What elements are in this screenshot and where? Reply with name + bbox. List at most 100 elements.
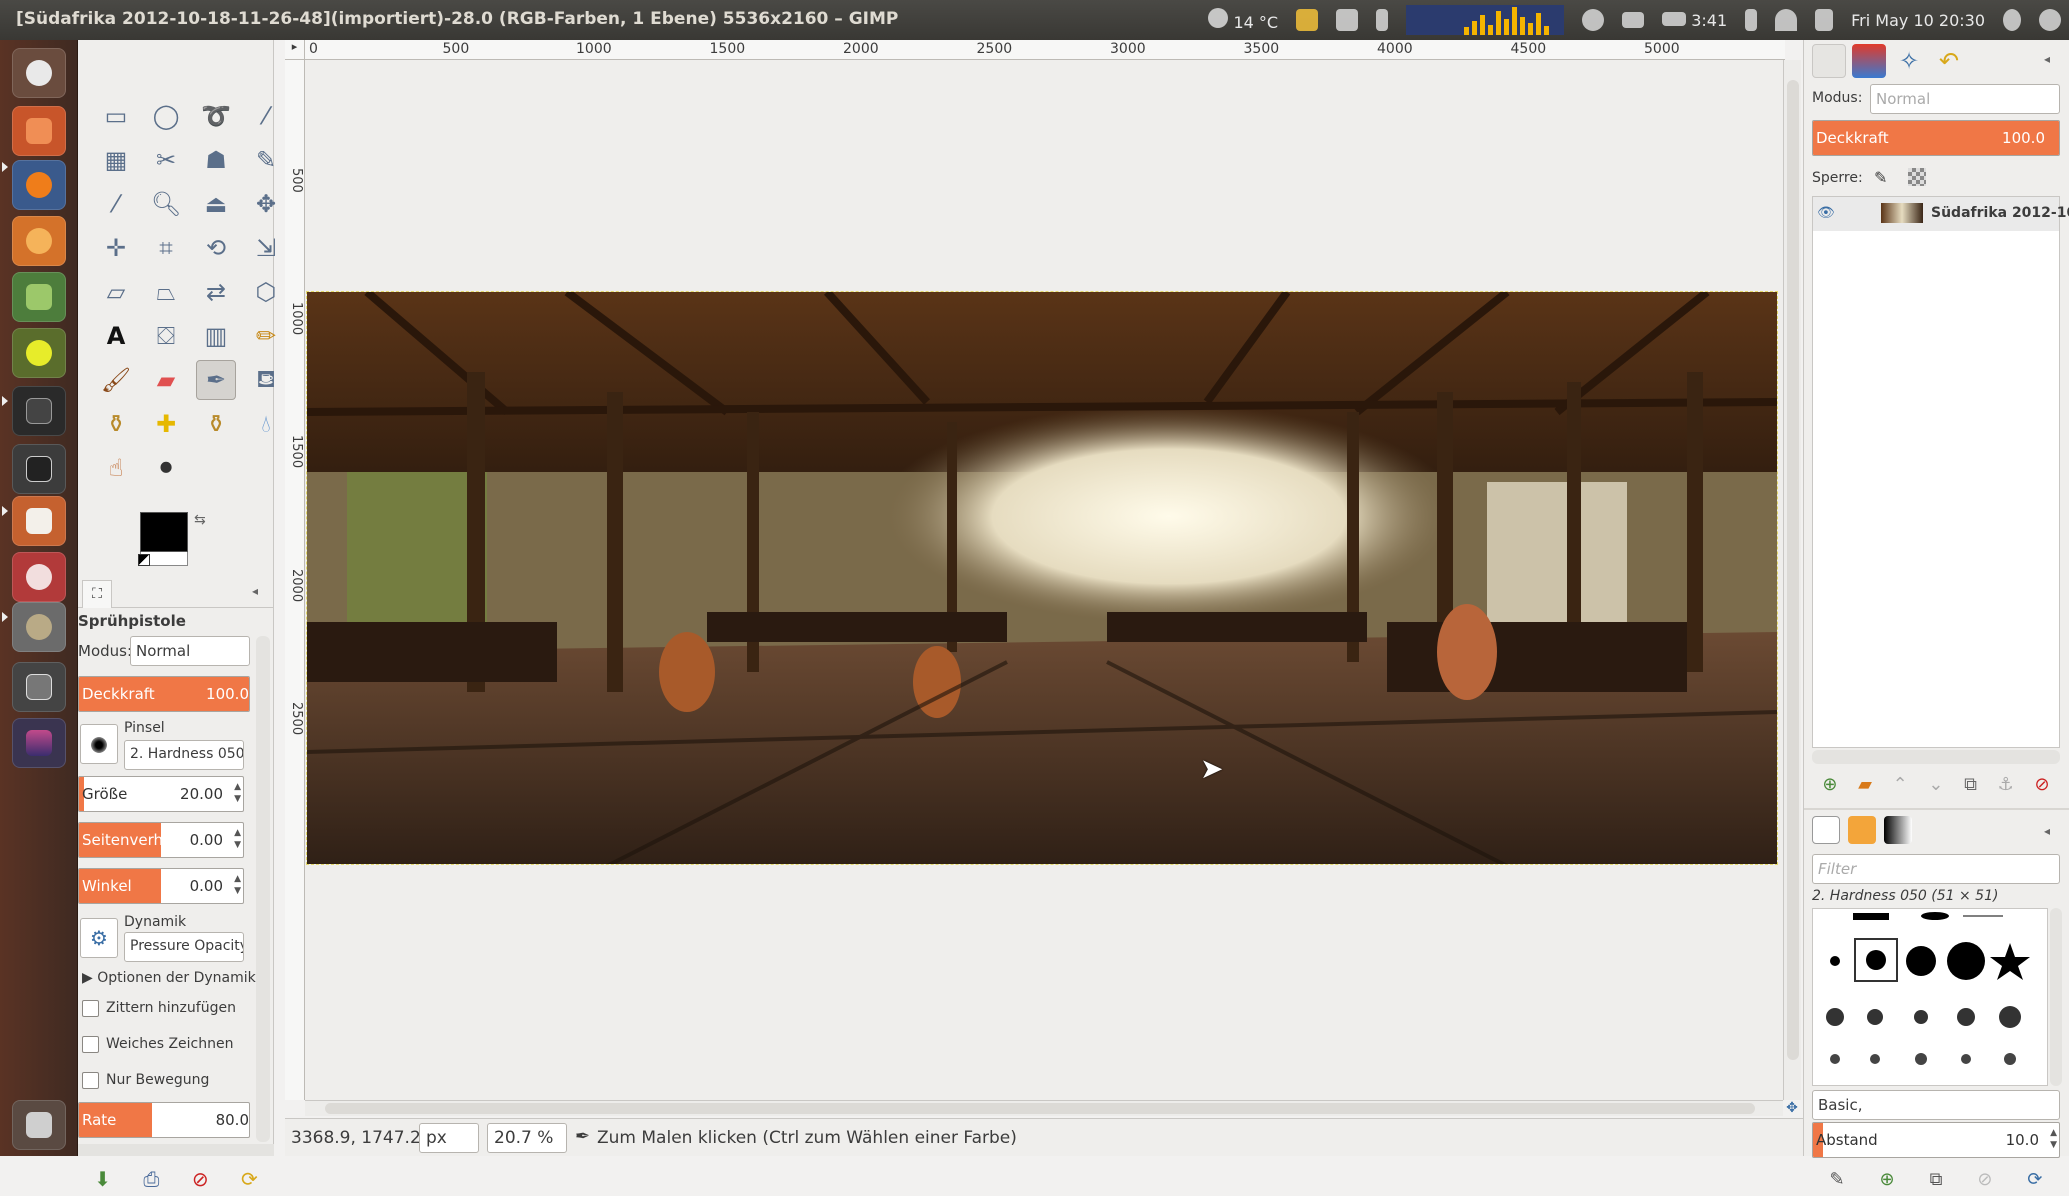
network-icon[interactable]	[1582, 9, 1605, 31]
duplicate-brush-icon[interactable]: ⧉	[1930, 1169, 1943, 1190]
tab-menu-icon[interactable]: ◂	[252, 584, 258, 598]
lower-layer-icon[interactable]: ⌄	[1928, 774, 1943, 795]
perspective-icon[interactable]: ⏢	[146, 272, 186, 312]
document-icon[interactable]	[12, 496, 66, 546]
trash-icon[interactable]	[12, 1100, 66, 1150]
tennis-ball-icon[interactable]	[12, 328, 66, 378]
lock-alpha-icon[interactable]	[1908, 168, 1926, 186]
lock-pixels-icon[interactable]: ✎	[1874, 168, 1887, 187]
scissors-icon[interactable]: ✂	[146, 140, 186, 180]
dash-home-icon[interactable]	[12, 48, 66, 98]
restore-options-icon[interactable]: ⎙	[143, 1167, 159, 1191]
delete-layer-icon[interactable]: ⊘	[2034, 774, 2049, 795]
save-options-icon[interactable]: ⬇	[94, 1167, 111, 1191]
dodge-burn-icon[interactable]: ⚫	[146, 448, 186, 488]
ink-icon[interactable]: ⛾	[246, 360, 286, 400]
anchor-layer-icon[interactable]: ⚓	[1998, 774, 2014, 795]
layers-hscroll[interactable]	[1812, 750, 2060, 764]
swap-colors-icon[interactable]: ⇆	[194, 512, 206, 528]
unit-combo[interactable]: px	[419, 1123, 479, 1153]
layer-mode-combo[interactable]: Normal	[1870, 84, 2060, 114]
eye-icon[interactable]: 👁︎	[1817, 205, 1835, 221]
brush-spacing-spinner[interactable]: ▲ ▼	[2050, 1127, 2057, 1151]
gimp-icon[interactable]	[12, 602, 66, 652]
flip-icon[interactable]: ⇄	[196, 272, 236, 312]
mode-combo[interactable]: Normal	[130, 636, 250, 666]
angle-slider[interactable]: Winkel 0.00 ▲ ▼	[78, 868, 244, 904]
brush-grid[interactable]	[1812, 908, 2048, 1086]
undo-history-tab-icon[interactable]: ↶	[1932, 44, 1966, 78]
jitter-checkbox[interactable]	[82, 1000, 99, 1017]
clapper-icon[interactable]	[12, 444, 66, 494]
brush-spacing-slider[interactable]: Abstand 10.0 ▲ ▼	[1812, 1122, 2060, 1158]
opacity-slider[interactable]: Deckkraft 100.0	[78, 676, 250, 712]
foreground-select-icon[interactable]: ☗	[196, 140, 236, 180]
new-layer-group-icon[interactable]: ▰	[1858, 774, 1872, 795]
system-monitor-icon[interactable]	[1406, 5, 1565, 35]
gradients-tab-icon[interactable]	[1884, 816, 1912, 844]
brush-filter-input[interactable]: Filter	[1812, 854, 2060, 884]
foreground-color-swatch[interactable]	[140, 512, 188, 552]
paths-tab-icon[interactable]: ✧	[1892, 44, 1926, 78]
align-icon[interactable]: ✛	[96, 228, 136, 268]
pencil-icon[interactable]: ✏	[246, 316, 286, 356]
layer-opacity-slider[interactable]: Deckkraft 100.0	[1812, 120, 2060, 156]
software-center-icon[interactable]	[12, 216, 66, 266]
smudge-icon[interactable]: ☝	[96, 448, 136, 488]
volume-icon[interactable]	[1815, 9, 1834, 31]
aspect-spinner[interactable]: ▲ ▼	[234, 827, 241, 851]
motion-only-checkbox[interactable]	[82, 1072, 99, 1089]
raise-layer-icon[interactable]: ⌃	[1893, 774, 1908, 795]
clock[interactable]: Fri May 10 20:30	[1851, 11, 1985, 30]
canvas-horizontal-scrollbar[interactable]	[305, 1100, 1783, 1116]
brush-tag-combo[interactable]: Basic,	[1812, 1090, 2060, 1120]
redshift-icon[interactable]	[12, 552, 66, 602]
wallpaper-icon[interactable]	[12, 718, 66, 768]
size-slider[interactable]: Größe 20.00 ▲ ▼	[78, 776, 244, 812]
zoom-combo[interactable]: 20.7 %	[487, 1123, 567, 1153]
power-icon[interactable]	[1296, 9, 1319, 31]
mail-icon[interactable]	[1622, 12, 1645, 28]
color-picker-icon[interactable]: ⁄	[96, 184, 136, 224]
note-icon[interactable]	[1336, 9, 1359, 31]
paintbrush-icon[interactable]: 🖌︎	[96, 360, 136, 400]
rect-select-icon[interactable]: ▭	[96, 96, 136, 136]
duplicate-layer-icon[interactable]: ⧉	[1964, 774, 1977, 795]
dynamics-combo[interactable]: Pressure Opacity	[124, 932, 244, 962]
select-by-color-icon[interactable]: ▦	[96, 140, 136, 180]
clone-icon[interactable]: ⚱	[96, 404, 136, 444]
horizontal-scroll-thumb[interactable]	[325, 1103, 1755, 1114]
angle-spinner[interactable]: ▲ ▼	[234, 873, 241, 897]
smooth-checkbox[interactable]	[82, 1036, 99, 1053]
ruler-corner-icon[interactable]: ▸	[285, 40, 305, 60]
channels-tab-icon[interactable]	[1852, 44, 1886, 78]
new-layer-icon[interactable]: ⊕	[1822, 774, 1837, 795]
shear-icon[interactable]: ▱	[96, 272, 136, 312]
airbrush-icon[interactable]: ✒	[196, 360, 236, 400]
text-tool-icon[interactable]: A	[96, 316, 136, 356]
layers-tab-icon[interactable]	[1812, 44, 1846, 78]
move-icon[interactable]: ✥	[246, 184, 286, 224]
rotate-icon[interactable]: ⟲	[196, 228, 236, 268]
dock-menu-icon[interactable]: ◂	[2044, 52, 2050, 66]
paths-icon[interactable]: ✎	[246, 140, 286, 180]
reset-options-icon[interactable]: ⟳	[241, 1167, 258, 1191]
layers-list[interactable]: 👁︎ Südafrika 2012-10	[1812, 196, 2069, 748]
gradient-icon[interactable]: ▥	[196, 316, 236, 356]
aspect-slider[interactable]: Seitenverhäl... 0.00 ▲ ▼	[78, 822, 244, 858]
tool-options-tab-icon[interactable]: ⛶	[82, 580, 112, 608]
ellipse-select-icon[interactable]: ◯	[146, 96, 186, 136]
default-colors-icon[interactable]	[138, 554, 150, 566]
brushes-tab-icon[interactable]	[1812, 816, 1840, 844]
vertical-scroll-thumb[interactable]	[1787, 80, 1799, 1060]
patterns-tab-icon[interactable]	[1848, 816, 1876, 844]
vertical-ruler[interactable]: 500 1000 1500 2000 2500	[285, 60, 305, 1100]
layer-row[interactable]: 👁︎ Südafrika 2012-10	[1813, 197, 2069, 231]
brush-dock-menu-icon[interactable]: ◂	[2044, 824, 2050, 838]
perspective-clone-icon[interactable]: ⚱	[196, 404, 236, 444]
scale-icon[interactable]: ⇲	[246, 228, 286, 268]
screen-icon[interactable]	[12, 662, 66, 712]
zoom-icon[interactable]: 🔍︎	[146, 184, 186, 224]
measure-icon[interactable]: ⏏	[196, 184, 236, 224]
terminal-icon[interactable]	[12, 386, 66, 436]
